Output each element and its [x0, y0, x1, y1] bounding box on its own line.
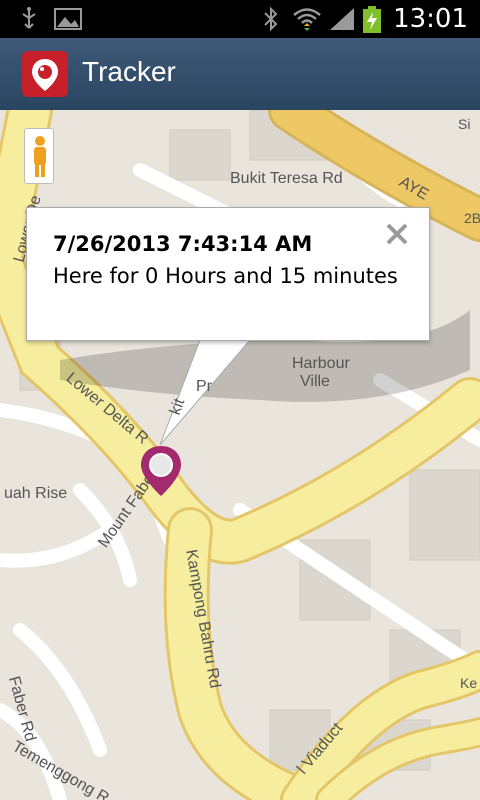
usb-icon	[22, 7, 36, 29]
map-label-harbour-2: Ville	[300, 373, 330, 390]
wifi-icon	[293, 8, 321, 31]
map-label-prince: Pr	[196, 378, 212, 395]
battery-charging-icon	[363, 6, 381, 33]
location-pin-icon[interactable]	[22, 51, 68, 97]
close-icon[interactable]	[383, 220, 411, 248]
status-bar: 13:01	[0, 0, 480, 38]
map-label-si: Si	[458, 116, 471, 132]
map-marker-icon[interactable]	[138, 444, 184, 500]
app-bar: Tracker	[0, 38, 480, 110]
bluetooth-icon	[264, 6, 278, 32]
signal-icon	[330, 8, 354, 30]
clock: 13:01	[393, 4, 468, 34]
map-view[interactable]: Bukit Teresa Rd AYE 2B Si Lower De Lower…	[0, 110, 480, 800]
info-window[interactable]: 7/26/2013 7:43:14 AM Here for 0 Hours an…	[26, 207, 430, 341]
info-message: Here for 0 Hours and 15 minutes	[53, 264, 398, 288]
app-title: Tracker	[82, 56, 176, 87]
map-label-harbour-1: Harbour	[292, 355, 350, 372]
image-icon	[54, 8, 82, 30]
map-label-ke: Ke	[460, 675, 478, 691]
info-timestamp: 7/26/2013 7:43:14 AM	[53, 232, 313, 256]
street-view-pegman-icon[interactable]	[24, 128, 54, 184]
map-label-uah-rise: uah Rise	[4, 485, 68, 502]
map-label-bukit-teresa: Bukit Teresa Rd	[230, 170, 343, 187]
map-label-2b: 2B	[464, 210, 480, 226]
